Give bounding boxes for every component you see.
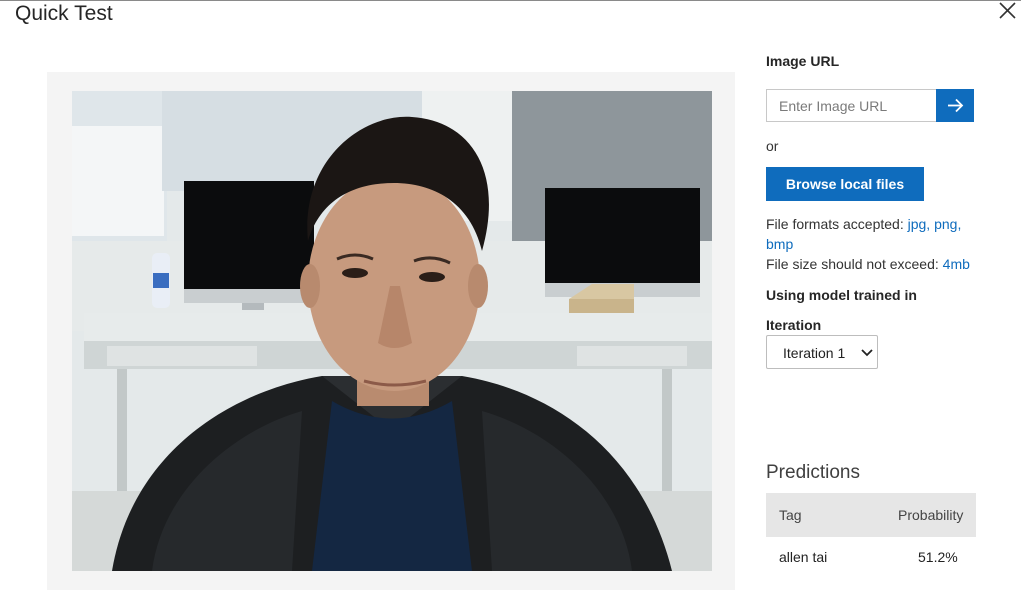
column-header-tag: Tag	[779, 507, 802, 523]
arrow-right-icon	[948, 98, 964, 113]
image-preview-panel	[47, 72, 735, 590]
file-formats-info: File formats accepted: jpg, png, bmp	[766, 214, 961, 254]
predictions-table: Tag Probability allen tai 51.2%	[766, 493, 976, 581]
close-icon[interactable]	[996, 0, 1018, 22]
iteration-selected-value: Iteration 1	[783, 345, 846, 361]
person-photo	[72, 91, 712, 571]
prediction-probability: 51.2%	[918, 549, 958, 565]
predictions-header-row: Tag Probability	[766, 493, 976, 537]
table-row: allen tai 51.2%	[766, 537, 976, 581]
image-url-input[interactable]	[766, 89, 936, 122]
file-size-prefix: File size should not exceed:	[766, 256, 943, 272]
file-formats-prefix: File formats accepted:	[766, 216, 908, 232]
submit-url-button[interactable]	[936, 89, 974, 122]
dialog-title: Quick Test	[15, 2, 113, 25]
format-jpg: jpg,	[907, 216, 931, 232]
top-border	[0, 0, 1021, 1]
iteration-select[interactable]: Iteration 1	[766, 335, 878, 369]
iteration-label: Iteration	[766, 317, 822, 333]
file-size-info: File size should not exceed: 4mb	[766, 254, 970, 274]
model-label: Using model trained in	[766, 287, 917, 303]
or-separator: or	[766, 138, 779, 154]
chevron-down-icon	[861, 349, 873, 357]
predictions-heading: Predictions	[766, 462, 860, 483]
column-header-probability: Probability	[898, 507, 964, 523]
file-size-value: 4mb	[942, 256, 970, 272]
image-url-label: Image URL	[766, 53, 840, 69]
prediction-tag: allen tai	[779, 549, 828, 565]
format-png: png,	[934, 216, 962, 232]
browse-local-files-button[interactable]: Browse local files	[766, 167, 924, 201]
format-bmp: bmp	[766, 236, 794, 252]
